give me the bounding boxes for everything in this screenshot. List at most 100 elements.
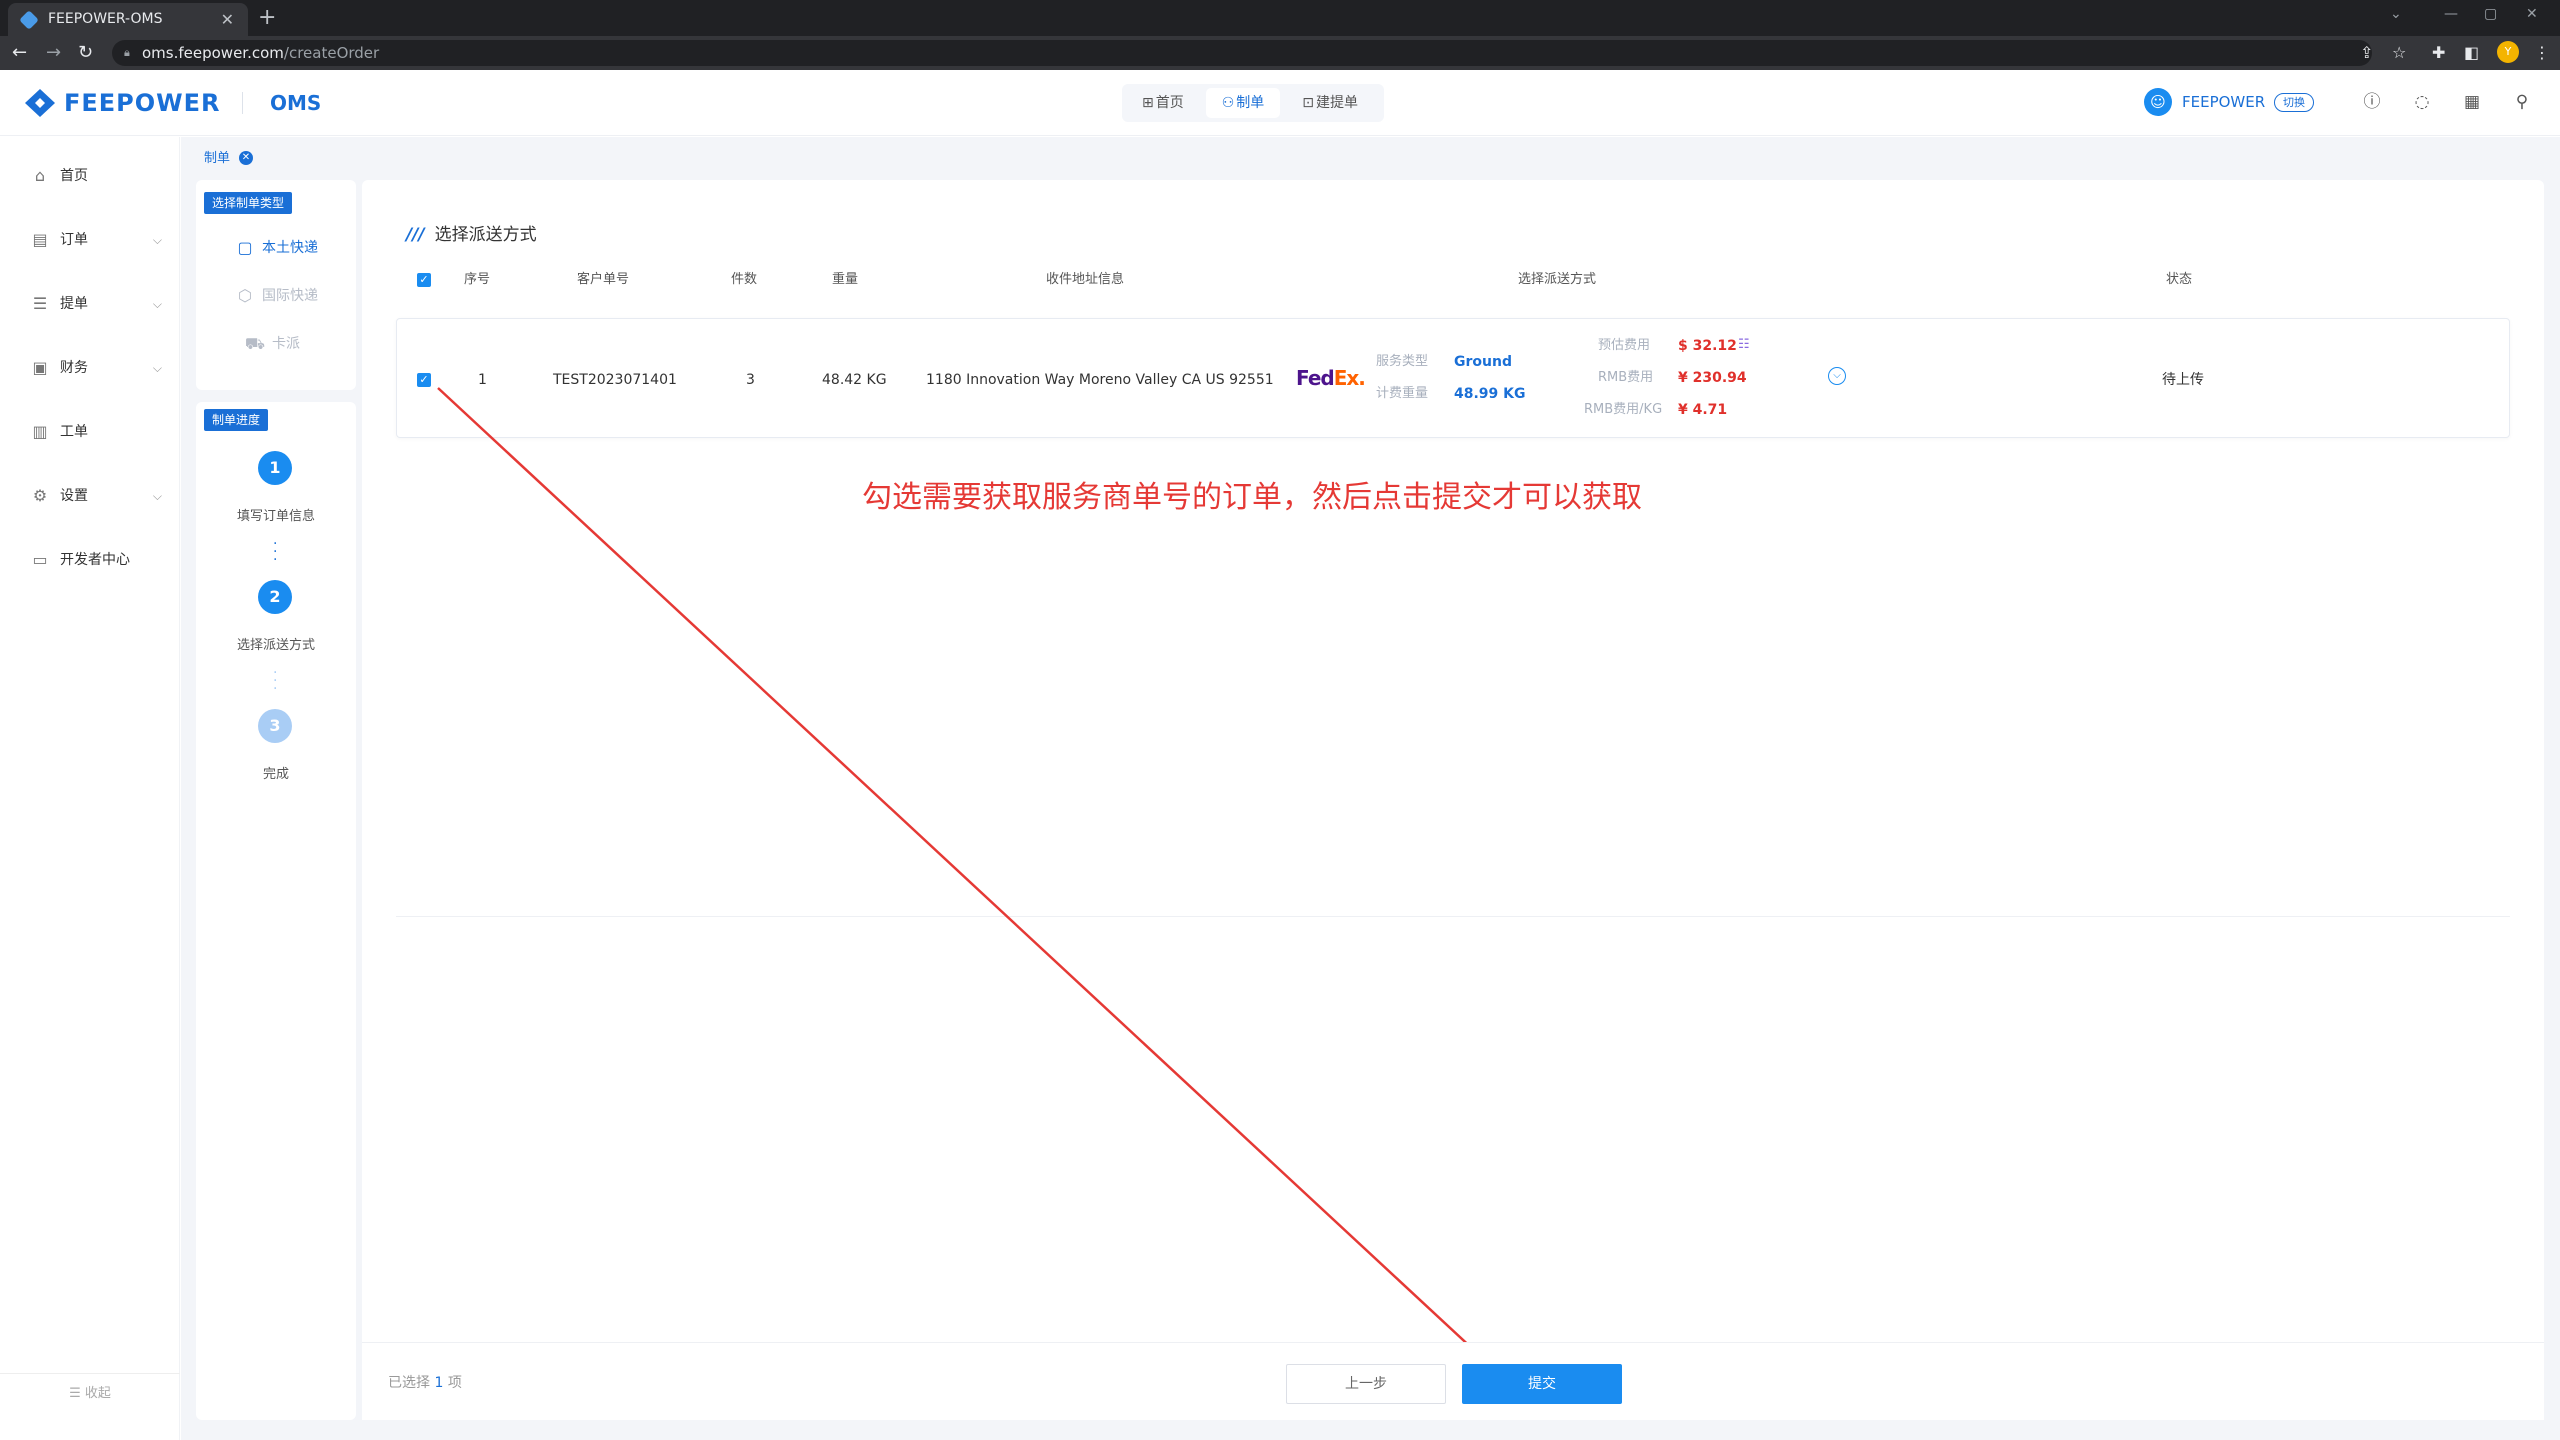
order-type-truck[interactable]: ⛟ 卡派 xyxy=(244,329,364,359)
header-pieces: 件数 xyxy=(731,272,758,287)
header-seq: 序号 xyxy=(464,272,491,287)
submit-button[interactable]: 提交 xyxy=(1462,1364,1622,1404)
selected-suffix: 项 xyxy=(447,1375,462,1391)
calendar-icon[interactable]: ▦ xyxy=(2460,90,2484,114)
brand-logo[interactable]: FEEPOWER xyxy=(64,88,221,118)
breadcrumb[interactable]: 制单 xyxy=(204,150,230,168)
selected-count: 已选择 1 项 xyxy=(388,1373,462,1393)
feepower-favicon-icon xyxy=(19,10,39,30)
gear-icon: ⚙ xyxy=(32,486,48,505)
address-bar[interactable]: 🔒︎ oms.feepower.com/createOrder xyxy=(112,40,2372,66)
step-2-circle: 2 xyxy=(258,580,292,614)
step-connector: · · · xyxy=(273,665,278,697)
reload-icon[interactable]: ↻ xyxy=(78,40,93,66)
rmb-fee-label: RMB费用 xyxy=(1598,370,1654,385)
fedex-logo-ex: Ex. xyxy=(1333,366,1366,390)
order-type-label: 卡派 xyxy=(272,336,300,352)
window-minimize-button[interactable]: — xyxy=(2444,0,2458,30)
service-type-label: 服务类型 xyxy=(1376,354,1429,369)
fee-detail-list-icon[interactable]: ☷ xyxy=(1738,337,1750,353)
box-icon: ▢ xyxy=(237,238,253,257)
sidebar-item-settings[interactable]: ⚙ 设置 ⌵ xyxy=(0,476,180,516)
sidebar-item-tickets[interactable]: ▥ 工单 xyxy=(0,412,180,452)
row-customer-no: TEST2023071401 xyxy=(553,372,677,388)
bookmark-star-icon[interactable]: ☆ xyxy=(2392,40,2406,66)
back-icon[interactable]: ← xyxy=(12,40,27,66)
cube-icon: ⬡ xyxy=(238,286,252,305)
sidebar-item-orders[interactable]: ▤ 订单 ⌵ xyxy=(0,220,180,260)
chevron-down-icon: ⌵ xyxy=(152,233,162,247)
url-host: oms.feepower.com xyxy=(142,44,284,62)
tab-title: FEEPOWER-OMS xyxy=(48,11,163,27)
step-2-label: 选择派送方式 xyxy=(236,638,315,653)
row-pieces: 3 xyxy=(746,372,755,388)
truck-icon: ⛟ xyxy=(244,334,266,353)
browser-tab[interactable]: FEEPOWER-OMS ✕ xyxy=(8,3,248,36)
home-icon: ⌂ xyxy=(34,166,46,185)
forward-icon[interactable]: → xyxy=(46,40,61,66)
share-icon[interactable]: ⇪ xyxy=(2360,40,2373,66)
sidebar-item-label: 工单 xyxy=(60,424,88,440)
user-name[interactable]: FEEPOWER xyxy=(2182,90,2265,114)
service-type-value: Ground xyxy=(1454,354,1512,370)
row-checkbox[interactable]: ✓ xyxy=(417,373,431,387)
chevron-down-circle-icon[interactable]: ⌵ xyxy=(1828,367,1846,385)
step-1-label: 填写订单信息 xyxy=(236,509,315,524)
document-icon: ▤ xyxy=(32,230,48,249)
message-icon[interactable]: ◌ xyxy=(2410,90,2434,114)
browser-menu-icon[interactable]: ⋮ xyxy=(2534,40,2550,66)
sidebar-item-label: 财务 xyxy=(60,360,88,376)
switch-account-button[interactable]: 切换 xyxy=(2274,93,2314,112)
topnav-home-label: 首页 xyxy=(1155,95,1184,111)
footer-bar xyxy=(362,1342,2544,1420)
order-type-domestic[interactable]: ▢ 本土快递 xyxy=(234,233,354,263)
url-path: /createOrder xyxy=(283,44,380,62)
select-all-checkbox[interactable]: ✓ xyxy=(417,273,431,287)
list-icon: ☰ xyxy=(32,294,48,313)
order-type-title: 选择制单类型 xyxy=(204,192,293,214)
topnav-home[interactable]: ⊞ 首页 xyxy=(1126,88,1200,118)
prev-step-button[interactable]: 上一步 xyxy=(1286,1364,1446,1404)
billing-weight-label: 计费重量 xyxy=(1376,386,1429,401)
breadcrumb-close-icon[interactable]: ✕ xyxy=(239,151,253,165)
extensions-puzzle-icon[interactable]: ✚ xyxy=(2432,40,2445,66)
sidebar-item-label: 订单 xyxy=(60,232,88,248)
window-maximize-button[interactable]: ▢ xyxy=(2484,0,2497,30)
header-weight: 重量 xyxy=(832,272,859,287)
side-panel-icon[interactable]: ◧ xyxy=(2464,40,2479,66)
top-navigation: ⊞ 首页 ⚇ 制单 ⊡ 建提单 xyxy=(1122,84,1385,122)
order-type-label: 国际快递 xyxy=(262,288,318,304)
table-bottom-divider xyxy=(396,916,2510,917)
topnav-create-order-label: 制单 xyxy=(1236,95,1265,111)
window-close-button[interactable]: ✕ xyxy=(2526,0,2538,30)
topnav-create-bill[interactable]: ⊡ 建提单 xyxy=(1286,88,1374,118)
topnav-create-bill-label: 建提单 xyxy=(1316,95,1359,111)
order-type-label: 本土快递 xyxy=(262,240,318,256)
new-tab-button[interactable]: + xyxy=(258,3,276,33)
sidebar-item-bills[interactable]: ☰ 提单 ⌵ xyxy=(0,284,180,324)
tab-search-icon[interactable]: ⌄ xyxy=(2390,0,2402,30)
progress-title: 制单进度 xyxy=(204,409,269,431)
developer-icon: ▭ xyxy=(32,550,48,569)
user-avatar-icon[interactable]: ☺ xyxy=(2144,88,2172,116)
row-status: 待上传 xyxy=(2162,372,2204,388)
annotation-text: 勾选需要获取服务商单号的订单，然后点击提交才可以获取 xyxy=(862,480,1642,515)
row-weight: 48.42 KG xyxy=(822,372,887,388)
sidebar-item-home[interactable]: ⌂ 首页 xyxy=(0,156,180,196)
step-3-label: 完成 xyxy=(262,767,289,782)
step-connector: · · · xyxy=(273,536,278,568)
tab-close-icon[interactable]: ✕ xyxy=(221,3,234,36)
row-address: 1180 Innovation Way Moreno Valley CA US … xyxy=(926,372,1274,388)
sidebar-item-label: 首页 xyxy=(60,168,88,184)
help-icon[interactable]: ⓘ xyxy=(2360,90,2384,114)
sidebar-item-finance[interactable]: ▣ 财务 ⌵ xyxy=(0,348,180,388)
collapse-icon: ☰ xyxy=(69,1386,85,1401)
product-name: OMS xyxy=(270,91,322,115)
topnav-create-order[interactable]: ⚇ 制单 xyxy=(1205,88,1281,118)
sidebar-collapse-button[interactable]: ☰ 收起 xyxy=(0,1373,180,1413)
profile-avatar[interactable]: Y xyxy=(2497,41,2519,63)
account-icon[interactable]: ⚲ xyxy=(2510,90,2534,114)
feepower-logo-icon xyxy=(25,89,55,117)
sidebar-item-developer[interactable]: ▭ 开发者中心 xyxy=(0,540,180,580)
order-type-international[interactable]: ⬡ 国际快递 xyxy=(234,281,354,311)
